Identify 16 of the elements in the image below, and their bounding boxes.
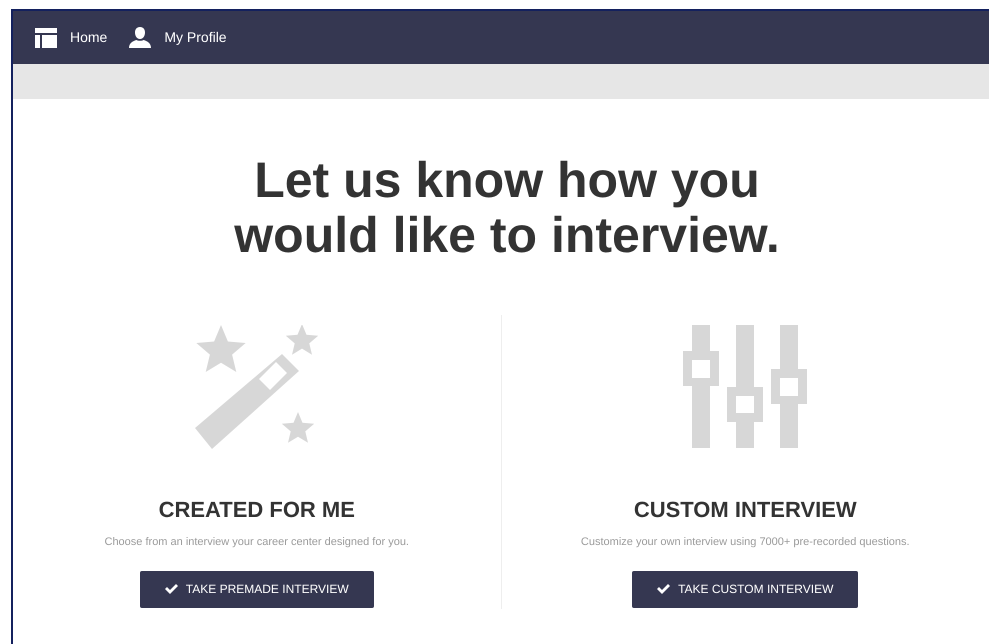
take-interview-button[interactable]: TAKE CUSTOM INTERVIEW bbox=[632, 570, 858, 608]
user-icon bbox=[129, 27, 152, 48]
option-title: CREATED FOR ME bbox=[158, 496, 355, 524]
option-description: Choose from an interview your career center designed for you. bbox=[104, 535, 409, 550]
nav-link[interactable]: Home bbox=[70, 27, 108, 48]
checkmark-icon bbox=[164, 584, 178, 594]
take-interview-button[interactable]: TAKE PREMADE INTERVIEW bbox=[140, 570, 374, 608]
magic-wand-icon bbox=[194, 325, 319, 449]
option-title: CUSTOM INTERVIEW bbox=[634, 496, 857, 524]
sliders-icon bbox=[683, 325, 808, 449]
checkmark-icon bbox=[657, 584, 670, 594]
nav-link[interactable]: My Profile bbox=[164, 27, 227, 48]
option-description: Customize your own interview using 7000+ pre-recorded questions. bbox=[580, 535, 910, 550]
layout-icon bbox=[35, 28, 57, 48]
page-heading: Let us know how you bbox=[254, 153, 760, 208]
page-heading: would like to interview. bbox=[234, 208, 780, 263]
